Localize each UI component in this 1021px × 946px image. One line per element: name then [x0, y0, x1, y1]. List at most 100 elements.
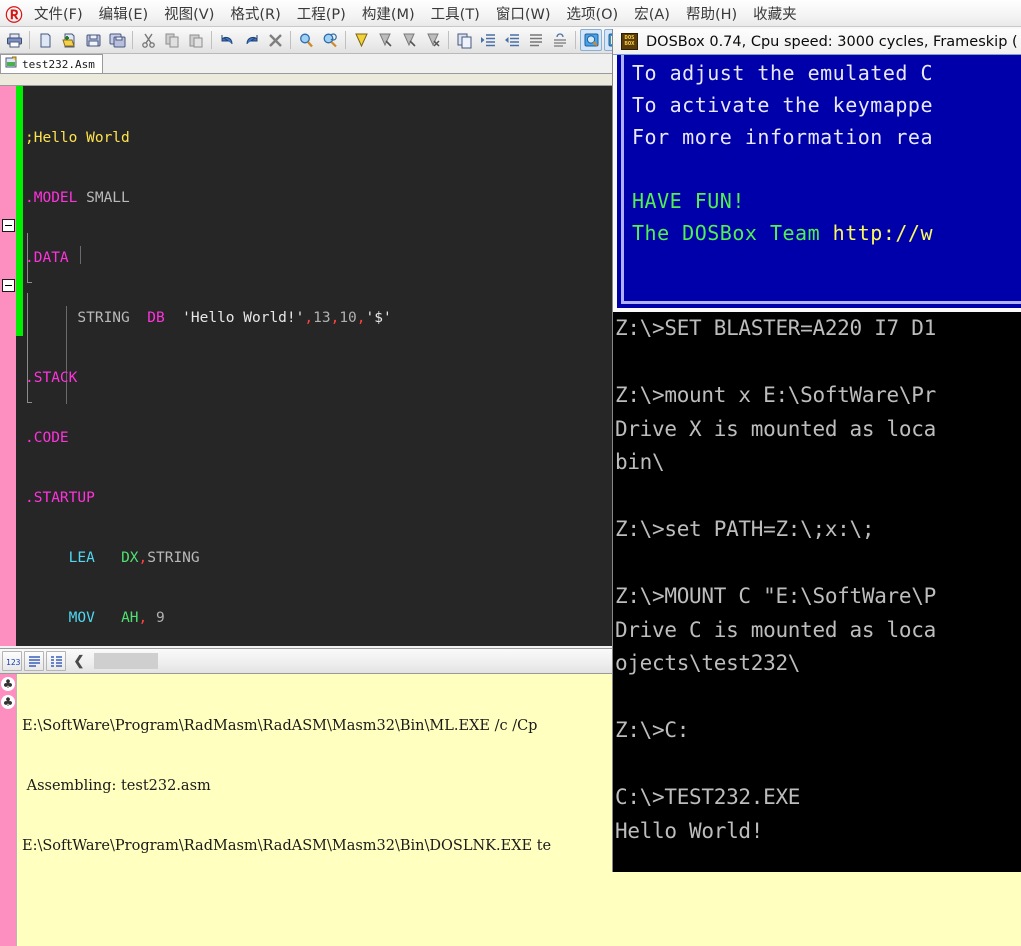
toolbar-separator	[448, 31, 449, 49]
bookmark-next-icon[interactable]	[374, 29, 396, 51]
code-line: LEA DX,STRING	[25, 548, 392, 568]
dosbox-intro-text: To adjust the emulated C To activate the…	[632, 57, 933, 249]
output-panel-right-fill	[612, 872, 1021, 946]
code-line: .MODEL SMALL	[25, 188, 392, 208]
code-token: .DATA	[25, 250, 69, 266]
output-line: E:\SoftWare\Program\RadMasm\RadASM\Masm3…	[22, 718, 538, 734]
dosbox-intro-line: The DOSBox Team http://w	[632, 217, 933, 249]
menu-edit[interactable]: 编辑(E)	[91, 1, 156, 26]
dosbox-console[interactable]: Z:\>SET BLASTER=A220 I7 D1 Z:\>mount x E…	[613, 312, 1021, 872]
comment-block-icon[interactable]	[525, 29, 547, 51]
dosbox-console-line: Z:\>set PATH=Z:\;x:\;	[615, 517, 875, 541]
dosbox-console-line: ojects\test232\	[615, 651, 801, 675]
delete-icon[interactable]	[264, 29, 286, 51]
menu-help[interactable]: 帮助(H)	[678, 1, 745, 26]
dosbox-console-line: Z:\>SET BLASTER=A220 I7 D1	[615, 316, 936, 340]
code-editor[interactable]: ;Hello World .MODEL SMALL .DATA STRING D…	[0, 74, 612, 646]
code-line: .CODE	[25, 428, 392, 448]
output-filter-combo[interactable]	[94, 653, 158, 669]
bookmark-prev-icon[interactable]	[398, 29, 420, 51]
menu-macro[interactable]: 宏(A)	[626, 1, 678, 26]
document-tab-strip: test232.Asm	[0, 54, 612, 74]
error-marker-icon[interactable]: ♣	[1, 677, 15, 691]
editor-change-bar	[16, 86, 23, 336]
fold-collapse-code-icon[interactable]	[2, 279, 15, 292]
error-marker-icon[interactable]: ♣	[1, 695, 15, 709]
open-file-icon[interactable]	[58, 29, 80, 51]
replace-icon[interactable]	[319, 29, 341, 51]
menu-window[interactable]: 窗口(W)	[488, 1, 559, 26]
output-line: Assembling: test232.asm	[22, 778, 211, 794]
dosbox-window[interactable]: DOS BOX DOSBox 0.74, Cpu speed: 3000 cyc…	[612, 29, 1021, 872]
code-token: ,	[138, 610, 148, 626]
code-line: STRING DB 'Hello World!',13,10,'$'	[25, 308, 392, 328]
code-token: STRING	[147, 550, 200, 566]
save-all-icon[interactable]	[106, 29, 128, 51]
indent-increase-icon[interactable]	[477, 29, 499, 51]
code-line: .STACK	[25, 368, 392, 388]
indent-decrease-icon[interactable]	[501, 29, 523, 51]
menu-file[interactable]: 文件(F)	[26, 1, 91, 26]
toolbar-separator	[211, 31, 212, 49]
cut-icon[interactable]	[137, 29, 159, 51]
dosbox-title-bar[interactable]: DOS BOX DOSBox 0.74, Cpu speed: 3000 cyc…	[613, 29, 1021, 55]
menu-format[interactable]: 格式(R)	[222, 1, 288, 26]
editor-fold-gutter[interactable]	[0, 86, 16, 646]
menu-bar: Ⓡ 文件(F) 编辑(E) 视图(V) 格式(R) 工程(P) 构建(M) 工具…	[0, 0, 1021, 27]
bookmark-clear-icon[interactable]	[422, 29, 444, 51]
build-run-icon[interactable]	[580, 29, 602, 51]
code-token: '$'	[365, 310, 392, 326]
menu-tools[interactable]: 工具(T)	[423, 1, 488, 26]
wrap-text-icon[interactable]	[24, 651, 44, 671]
code-token: .CODE	[25, 430, 69, 446]
menu-view[interactable]: 视图(V)	[156, 1, 222, 26]
toolbar-separator	[575, 31, 576, 49]
paste-icon[interactable]	[185, 29, 207, 51]
code-line: .STARTUP	[25, 488, 392, 508]
dosbox-app-icon: DOS BOX	[621, 33, 638, 50]
svg-text:123: 123	[6, 658, 20, 667]
dosbox-console-line: Hello World!	[615, 818, 764, 843]
copy-icon[interactable]	[161, 29, 183, 51]
code-token: .STARTUP	[25, 490, 95, 506]
uncomment-block-icon[interactable]	[549, 29, 571, 51]
dosbox-intro-line: HAVE FUN!	[632, 189, 745, 213]
code-token: ,	[356, 310, 366, 326]
new-file-icon[interactable]	[34, 29, 56, 51]
code-token: MODEL	[33, 190, 78, 206]
dosbox-intro-line	[632, 153, 933, 185]
output-list-icon[interactable]	[46, 651, 66, 671]
fold-collapse-data-icon[interactable]	[2, 219, 15, 232]
print-icon[interactable]	[3, 29, 25, 51]
tab-label: test232.Asm	[22, 57, 95, 71]
output-line: E:\SoftWare\Program\RadMasm\RadASM\Masm3…	[22, 838, 552, 854]
find-icon[interactable]	[295, 29, 317, 51]
line-numbers-icon[interactable]: 123	[2, 651, 22, 671]
menu-options[interactable]: 选项(O)	[558, 1, 626, 26]
dosbox-console-line: Z:\>MOUNT C "E:\SoftWare\P	[615, 584, 936, 608]
code-content[interactable]: ;Hello World .MODEL SMALL .DATA STRING D…	[25, 88, 392, 646]
code-token: .	[25, 190, 34, 206]
menu-build[interactable]: 构建(M)	[354, 1, 423, 26]
dosbox-screen[interactable]: To adjust the emulated C To activate the…	[613, 55, 1021, 872]
build-output-panel[interactable]: ♣ ♣ E:\SoftWare\Program\RadMasm\RadASM\M…	[0, 674, 612, 946]
bookmark-toggle-icon[interactable]	[350, 29, 372, 51]
dosbox-console-line	[615, 480, 1021, 514]
menu-project[interactable]: 工程(P)	[289, 1, 354, 26]
output-toolbar: 123 ❮	[0, 648, 612, 674]
undo-icon[interactable]	[216, 29, 238, 51]
redo-icon[interactable]	[240, 29, 262, 51]
code-token: 9	[147, 610, 165, 626]
code-token: 10	[339, 310, 357, 326]
code-token: STRING	[25, 310, 148, 326]
tab-test232-asm[interactable]: test232.Asm	[0, 54, 103, 73]
menu-favorites[interactable]: 收藏夹	[745, 1, 805, 26]
chevron-left-icon[interactable]: ❮	[72, 652, 86, 670]
dosbox-intro-box: To adjust the emulated C To activate the…	[613, 55, 1021, 312]
dosbox-console-line	[615, 346, 1021, 380]
save-file-icon[interactable]	[82, 29, 104, 51]
dosbox-intro-line: To adjust the emulated C	[632, 61, 933, 85]
duplicate-line-icon[interactable]	[453, 29, 475, 51]
